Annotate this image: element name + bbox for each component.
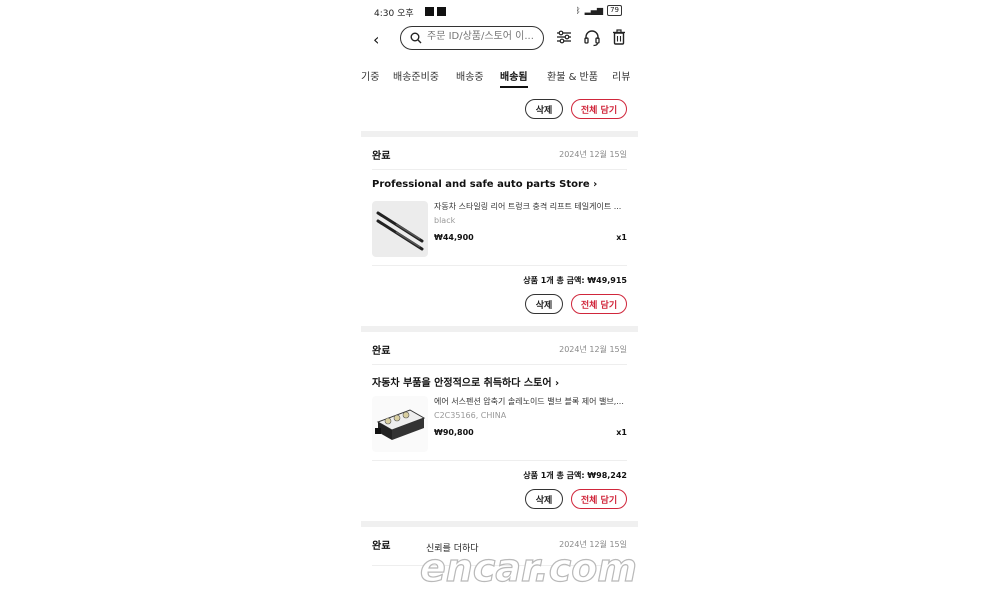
order-date: 2024년 12월 15일 [559, 345, 627, 354]
order-status-tabs: 기중 배송준비중 배송중 배송됨 환불 & 반품 리뷰 [361, 66, 638, 88]
status-time: 4:30 오후 [374, 9, 414, 19]
divider [372, 364, 627, 365]
order-card: 완료 2024년 12월 15일 Professional and safe a… [361, 137, 638, 325]
status-icons: ᛒ ▂▄▆ 79 [576, 5, 622, 16]
tab-review[interactable]: 리뷰 [612, 68, 630, 83]
product-quantity: x1 [616, 428, 627, 437]
divider [372, 169, 627, 170]
tab-pending[interactable]: 기중 [361, 68, 379, 83]
order-date: 2024년 12월 15일 [559, 150, 627, 159]
add-all-to-cart-button[interactable]: 전체 담기 [571, 99, 627, 119]
product-quantity: x1 [616, 233, 627, 242]
divider [372, 460, 627, 461]
notification-icon [437, 7, 446, 16]
product-price: ₩90,800 [434, 428, 474, 437]
signal-icon: ▂▄▆ [584, 6, 604, 15]
store-link[interactable]: Professional and safe auto parts Store › [372, 179, 597, 190]
order-total: 상품 1개 총 금액: ₩49,915 [523, 276, 627, 285]
chevron-right-icon: › [555, 378, 560, 389]
product-name[interactable]: 에어 서스펜션 압축기 솔레노이드 밸브 블록 제어 밸브,... [434, 396, 630, 407]
add-all-to-cart-button[interactable]: 전체 담기 [571, 294, 627, 314]
add-all-to-cart-button[interactable]: 전체 담기 [571, 489, 627, 509]
delete-button[interactable]: 삭제 [525, 99, 563, 119]
order-status: 완료 [372, 346, 391, 357]
product-thumbnail[interactable] [372, 201, 428, 257]
order-total: 상품 1개 총 금액: ₩98,242 [523, 471, 627, 480]
product-option: black [434, 216, 456, 225]
search-bar[interactable] [400, 26, 544, 50]
status-bar: 4:30 오후 ᛒ ▂▄▆ 79 [361, 0, 638, 22]
headset-icon[interactable] [583, 29, 601, 47]
store-link[interactable]: 자동차 부품을 안정적으로 취득하다 스토어 › [372, 374, 559, 389]
notification-icon [425, 7, 434, 16]
tab-refund-return[interactable]: 환불 & 반품 [547, 68, 598, 83]
bluetooth-icon: ᛒ [575, 6, 581, 15]
trash-icon[interactable] [612, 29, 626, 45]
product-name[interactable]: 자동차 스타일링 리어 트렁크 충격 리프트 테일게이트 ... [434, 201, 630, 212]
battery-icon: 79 [607, 5, 622, 16]
store-name: Professional and safe auto parts Store [372, 179, 590, 190]
delete-button[interactable]: 삭제 [525, 489, 563, 509]
order-status: 완료 [372, 151, 391, 162]
divider [372, 265, 627, 266]
valve-block-image [375, 409, 426, 440]
gas-strut-image [376, 211, 424, 251]
phone-screen: 4:30 오후 ᛒ ▂▄▆ 79 ‹ 주문 ID/상품/스토어 이... 기중 … [361, 0, 638, 600]
search-icon [410, 32, 422, 44]
search-input[interactable] [425, 30, 541, 43]
store-name: 자동차 부품을 안정적으로 취득하다 스토어 [372, 378, 552, 389]
product-thumbnail[interactable] [372, 396, 428, 452]
tab-delivered[interactable]: 배송됨 [500, 68, 528, 88]
watermark-logo: encar.com [419, 545, 637, 590]
delete-button[interactable]: 삭제 [525, 294, 563, 314]
tab-preparing[interactable]: 배송준비중 [393, 68, 439, 83]
order-status: 완료 [372, 541, 391, 552]
product-price: ₩44,900 [434, 233, 474, 242]
order-card: 완료 2024년 12월 15일 자동차 부품을 안정적으로 취득하다 스토어 … [361, 332, 638, 520]
chevron-right-icon: › [593, 179, 598, 190]
top-header: ‹ [361, 26, 638, 54]
back-arrow-icon[interactable]: ‹ [373, 30, 379, 49]
tab-shipping[interactable]: 배송중 [456, 68, 484, 83]
product-option: C2C35166, CHINA [434, 411, 507, 420]
filter-icon[interactable] [556, 29, 572, 45]
